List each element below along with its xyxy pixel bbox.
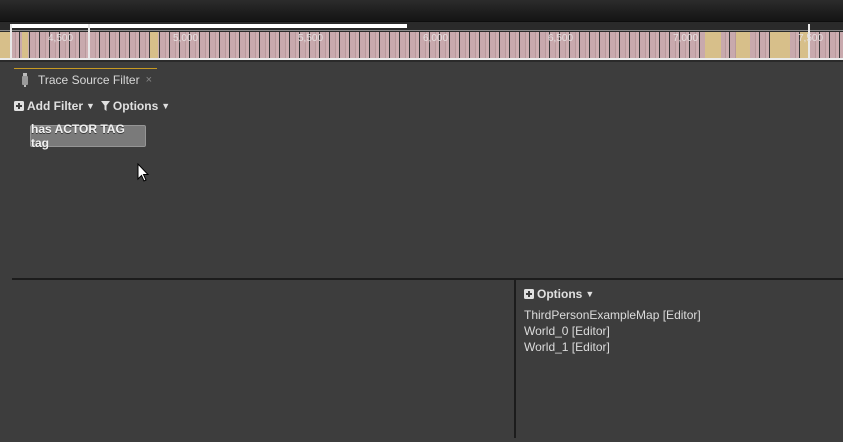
event-burst	[736, 32, 750, 58]
add-filter-label: Add Filter	[27, 99, 83, 113]
list-item[interactable]: World_1 [Editor]	[524, 339, 701, 355]
timeline-selection[interactable]	[12, 24, 407, 28]
event-burst	[150, 32, 158, 58]
panel-splitter-vertical[interactable]	[514, 280, 516, 438]
tab-trace-source-filter[interactable]: Trace Source Filter ×	[14, 68, 157, 90]
timeline-tick-label: 5,500	[298, 33, 324, 44]
chevron-down-icon: ▼	[161, 101, 171, 111]
timeline-tick-label: 7,000	[673, 33, 699, 44]
timeline-ruler	[0, 30, 843, 31]
timeline-track[interactable]: 4,500 5,000 5,500 6,000 6,500 7,000 7,50…	[0, 22, 843, 62]
timeline-tick-label: 5,000	[173, 33, 199, 44]
timeline-marker[interactable]	[10, 24, 12, 58]
timeline-tick-label: 7,500	[798, 33, 824, 44]
funnel-icon	[100, 101, 110, 111]
event-burst	[705, 32, 721, 58]
worlds-options-label: Options	[537, 287, 583, 301]
timeline-tick-label: 6,500	[548, 33, 574, 44]
timeline-tick-label: 4,500	[48, 33, 74, 44]
worlds-options-button[interactable]: Options ▼	[524, 287, 594, 301]
plus-icon	[524, 289, 534, 299]
timeline-marker[interactable]	[88, 24, 90, 58]
add-filter-button[interactable]: Add Filter ▼	[14, 99, 95, 113]
title-bar	[0, 0, 843, 22]
close-icon[interactable]: ×	[146, 74, 152, 86]
plus-icon	[14, 101, 24, 111]
panel-splitter-horizontal[interactable]	[12, 278, 843, 280]
options-button[interactable]: Options ▼	[100, 99, 171, 113]
chevron-down-icon: ▼	[86, 101, 95, 111]
world-list: ThirdPersonExampleMap [Editor] World_0 […	[524, 307, 701, 355]
mouse-cursor-icon	[137, 163, 149, 182]
list-item[interactable]: World_0 [Editor]	[524, 323, 701, 339]
timeline-tick-label: 6,000	[423, 33, 449, 44]
timeline-bottom-border	[0, 58, 843, 60]
chevron-down-icon: ▼	[585, 289, 595, 299]
filter-toolbar: Add Filter ▼ Options ▼	[14, 96, 170, 116]
filter-chip[interactable]: has ACTOR TAG tag	[30, 122, 146, 150]
event-burst	[770, 32, 790, 58]
event-burst	[22, 32, 28, 58]
tab-title: Trace Source Filter	[38, 72, 140, 87]
options-label: Options	[112, 99, 159, 113]
list-item[interactable]: ThirdPersonExampleMap [Editor]	[524, 307, 701, 323]
filter-source-icon	[19, 72, 31, 87]
